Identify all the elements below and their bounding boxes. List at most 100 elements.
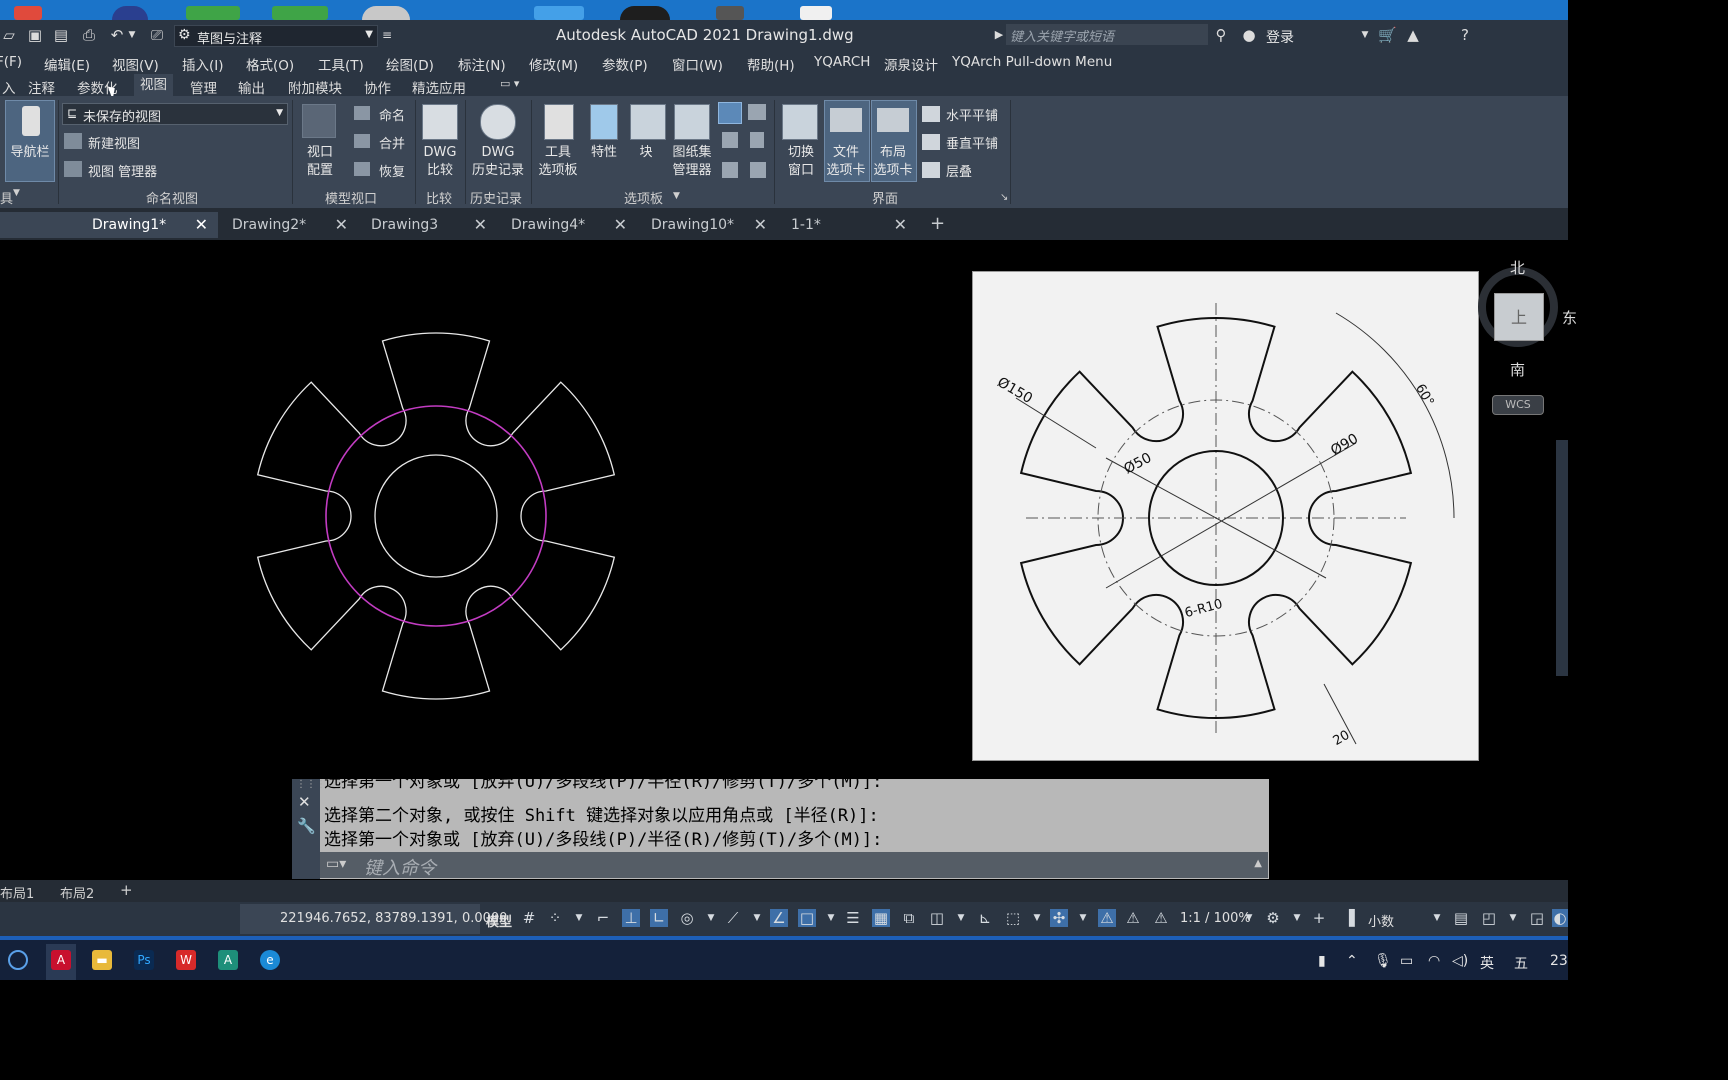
units-dropdown-icon[interactable]: ▼ — [1428, 909, 1446, 927]
3d-osnap-dropdown-icon[interactable]: ▼ — [952, 909, 970, 927]
scale-dropdown-icon[interactable]: ▼ — [1240, 909, 1258, 927]
reference-drawing-image[interactable]: Ø150 Ø50 Ø90 6-R10 60° 20 — [972, 271, 1479, 761]
menu-help[interactable]: 帮助(H) — [747, 54, 795, 74]
menu-modify[interactable]: 修改(M) — [529, 54, 578, 74]
lock-ui-icon[interactable]: ◰ — [1480, 909, 1498, 927]
lineweight-icon[interactable]: ☰ — [844, 909, 862, 927]
undo-icon[interactable]: ↶ — [108, 26, 126, 44]
compass-south[interactable]: 南 — [1510, 359, 1525, 380]
close-icon[interactable]: ✕ — [298, 793, 311, 811]
units-value[interactable]: 小数 — [1368, 911, 1394, 930]
annotation-scale-icon[interactable]: ⚠ — [1152, 909, 1170, 927]
navigation-bar-strip[interactable] — [1556, 440, 1568, 676]
tab-1-1[interactable]: 1-1* ✕ — [779, 212, 917, 238]
login-dropdown-icon[interactable]: ▼ — [1356, 26, 1374, 44]
filter-dropdown-icon[interactable]: ▼ — [1028, 909, 1046, 927]
units-icon[interactable]: ▐ — [1340, 909, 1358, 927]
plot-preview-icon[interactable]: ⎚ — [148, 26, 166, 44]
tab-drawing2[interactable]: Drawing2* ✕ — [220, 212, 358, 238]
command-input[interactable]: ▭▾ 键入命令 ▲ — [320, 852, 1268, 879]
wifi-icon[interactable]: ◠ — [1428, 953, 1440, 969]
wcs-menu[interactable]: WCS — [1492, 395, 1544, 415]
close-icon[interactable]: ✕ — [335, 215, 348, 234]
close-icon[interactable]: ✕ — [474, 215, 487, 234]
cascade-button[interactable]: 层叠 — [946, 161, 972, 180]
osnap-dropdown-icon[interactable]: ▼ — [822, 909, 840, 927]
dwg-history-label-2[interactable]: 历史记录 — [468, 162, 528, 180]
tab-layout1[interactable]: 布局1 — [0, 883, 34, 902]
command-prompt-icon[interactable]: ▭▾ — [326, 856, 346, 872]
dynamic-input-icon[interactable]: ⊥ — [622, 909, 640, 927]
transparency-icon[interactable]: ▦ — [872, 909, 890, 927]
autodesk-a360-icon[interactable]: ▲ — [1404, 26, 1422, 44]
menu-view[interactable]: 视图(V) — [112, 54, 159, 74]
battery-tray-icon[interactable]: ▮ — [1318, 953, 1326, 969]
switch-window-label-2[interactable]: 窗口 — [780, 162, 822, 180]
interface-dialog-launcher-icon[interactable]: ↘ — [1000, 192, 1008, 203]
open-icon[interactable]: ▱ — [0, 26, 18, 44]
object-snap-tracking-icon[interactable]: ∠ — [770, 909, 788, 927]
palettes-expand-icon[interactable]: ▼ — [673, 191, 680, 201]
left-panel-expand-icon[interactable]: ▼ — [13, 188, 20, 198]
rename-button[interactable]: 命名 — [379, 105, 405, 124]
menu-yuanquan[interactable]: 源泉设计 — [884, 54, 938, 74]
menu-yqarch-pulldown[interactable]: YQArch Pull-down Menu — [952, 54, 1112, 70]
selection-filter-icon[interactable]: ⬚ — [1004, 909, 1022, 927]
ime-language[interactable]: 英 — [1480, 953, 1494, 973]
cart-icon[interactable]: 🛒 — [1378, 26, 1397, 44]
menu-window[interactable]: 窗口(W) — [672, 54, 723, 74]
tab-drawing10[interactable]: Drawing10* ✕ — [639, 212, 777, 238]
polar-dropdown-icon[interactable]: ▼ — [702, 909, 720, 927]
menu-dimension[interactable]: 标注(N) — [458, 54, 506, 74]
tab-drawing3[interactable]: Drawing3 ✕ — [359, 212, 497, 238]
viewport-config-label-1[interactable]: 视口 — [298, 144, 342, 162]
menu-tools[interactable]: 工具(T) — [318, 54, 364, 74]
named-view-select[interactable]: ⊑ 未保存的视图 ▼ — [62, 103, 288, 125]
compass-north[interactable]: 北 — [1510, 257, 1525, 278]
help-icon[interactable]: ? — [1456, 26, 1474, 44]
viewport-config-label-2[interactable]: 配置 — [298, 162, 342, 180]
ime-mode[interactable]: 五 — [1514, 953, 1528, 973]
volume-icon[interactable]: ◁) — [1452, 953, 1468, 969]
clipboard-icon[interactable] — [750, 162, 766, 178]
photoshop-icon[interactable]: Ps — [134, 950, 154, 970]
object-snap-icon[interactable]: □ — [798, 909, 816, 927]
dynamic-ucs-icon[interactable]: ⊾ — [976, 909, 994, 927]
restore-button[interactable]: 恢复 — [379, 161, 405, 180]
viewcube-top-face[interactable]: 上 — [1494, 293, 1544, 341]
design-center-icon[interactable] — [748, 104, 766, 120]
workspace-switch-gear-icon[interactable]: ⚙ — [1264, 909, 1282, 927]
menu-insert[interactable]: 插入(I) — [182, 54, 224, 74]
annotation-monitor-plus-icon[interactable]: + — [1310, 909, 1328, 927]
customize-qat-icon[interactable]: ≡ — [378, 26, 396, 44]
clock[interactable]: 23 — [1550, 953, 1568, 969]
tool-palettes-label-1[interactable]: 工具 — [536, 144, 580, 162]
add-layout-plus-icon[interactable]: + — [120, 881, 133, 899]
sheet-set-label-2[interactable]: 管理器 — [666, 162, 718, 180]
menu-edit[interactable]: 编辑(E) — [44, 54, 90, 74]
snap-grid-icon[interactable]: ⁘ — [546, 909, 564, 927]
close-icon[interactable]: ✕ — [614, 215, 627, 234]
3d-osnap-icon[interactable]: ◫ — [928, 909, 946, 927]
polar-tracking-icon[interactable]: ◎ — [678, 909, 696, 927]
command-line-handle[interactable]: ⋮⋮⋮ ✕ 🔧 — [292, 779, 326, 879]
autocad-lt-icon[interactable]: A — [218, 950, 238, 970]
menu-draw[interactable]: 绘图(D) — [386, 54, 434, 74]
isodraft-dropdown-icon[interactable]: ▼ — [748, 909, 766, 927]
join-button[interactable]: 合并 — [379, 133, 405, 152]
command-line-toggle-icon[interactable] — [718, 102, 742, 124]
tab-collaborate[interactable]: 协作 — [364, 77, 391, 97]
viewcube[interactable]: 上 北 南 东 WCS — [1478, 255, 1577, 425]
block-button[interactable]: 块 — [626, 144, 666, 162]
menu-parametric[interactable]: 参数(P) — [602, 54, 648, 74]
search-icon[interactable]: ⚲ — [1212, 26, 1230, 44]
search-input[interactable]: 键入关键字或短语 — [1006, 24, 1208, 45]
hardware-acceleration-icon[interactable]: ◐ — [1552, 909, 1568, 927]
tool-palettes-label-2[interactable]: 选项板 — [536, 162, 580, 180]
power-icon[interactable]: ▭ — [1400, 953, 1413, 969]
tab-layout2[interactable]: 布局2 — [60, 883, 94, 902]
view-manager-button[interactable]: 视图 管理器 — [88, 161, 157, 180]
save-as-icon[interactable]: ▤ — [52, 26, 70, 44]
dwg-history-label-1[interactable]: DWG — [468, 144, 528, 162]
isolate-objects-icon[interactable]: ◲ — [1528, 909, 1546, 927]
